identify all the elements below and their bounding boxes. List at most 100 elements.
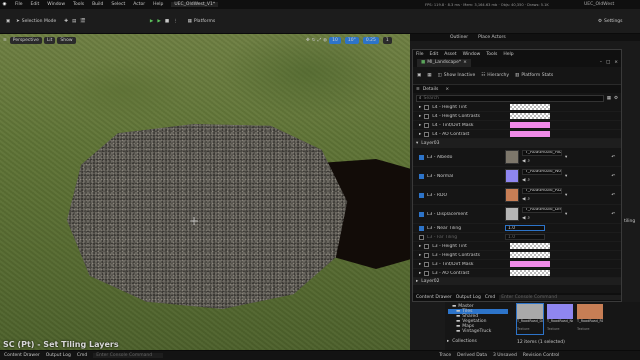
override-checkbox[interactable] bbox=[424, 104, 430, 110]
asset-tile[interactable]: T_RoadRoad_Normal Texture bbox=[547, 304, 573, 334]
browse-asset-icon[interactable]: ⌕ bbox=[527, 215, 530, 222]
color-swatch[interactable] bbox=[510, 113, 551, 119]
unreal-logo-icon[interactable]: ◉ bbox=[0, 1, 9, 8]
reset-icon[interactable]: ↶ bbox=[611, 154, 615, 161]
editor-cmd[interactable]: Cmd bbox=[485, 295, 495, 300]
texture-thumbnail[interactable] bbox=[505, 169, 519, 183]
rotation-snap-button[interactable]: 10° bbox=[344, 36, 359, 44]
chevron-right-icon[interactable]: ▸ bbox=[419, 270, 421, 277]
close-details-icon[interactable]: × bbox=[445, 86, 449, 93]
browse-asset-icon[interactable]: ⌕ bbox=[527, 177, 530, 184]
editor-menu-item[interactable]: Window bbox=[463, 52, 481, 57]
color-swatch[interactable] bbox=[510, 252, 551, 258]
close-tab-icon[interactable]: × bbox=[463, 59, 467, 66]
texture-dropdown[interactable]: T_RoadRoad_Normal bbox=[522, 168, 562, 175]
scale-snap-button[interactable]: 0.25 bbox=[362, 36, 379, 44]
override-checkbox[interactable] bbox=[419, 234, 424, 240]
place-actors-tab[interactable]: Place Actors bbox=[478, 35, 506, 40]
override-checkbox[interactable] bbox=[424, 131, 430, 137]
rotate-icon[interactable]: ↻ bbox=[312, 37, 316, 44]
chevron-right-icon[interactable]: ▸ bbox=[419, 243, 421, 250]
cmd-button[interactable]: Cmd bbox=[77, 353, 87, 358]
override-checkbox[interactable] bbox=[424, 261, 430, 267]
show-button[interactable]: Show bbox=[57, 36, 76, 44]
level-viewport[interactable]: ≡ Perspective Lit Show ✥ ↻ ⤢ ◍ 10 10° 0.… bbox=[0, 34, 410, 350]
cinematics-icon[interactable]: 🎬 bbox=[80, 18, 86, 25]
menu-item[interactable]: Actor bbox=[133, 2, 145, 7]
app-tab[interactable]: UEC_OldWest_V1* bbox=[171, 2, 219, 7]
override-checkbox[interactable] bbox=[424, 270, 430, 276]
hierarchy-button[interactable]: ☷ Hierarchy bbox=[481, 72, 509, 79]
use-selected-icon[interactable]: ◀ bbox=[522, 196, 525, 203]
texture-dropdown[interactable]: T_RoadRoad_RDO bbox=[522, 187, 562, 194]
step-icon[interactable]: ▶ bbox=[157, 18, 160, 25]
layer02-group[interactable]: ▸ Layer02 bbox=[413, 278, 621, 285]
close-window-icon[interactable]: × bbox=[614, 59, 618, 66]
reset-icon[interactable]: ↶ bbox=[611, 173, 615, 180]
editor-output-log[interactable]: Output Log bbox=[456, 295, 481, 300]
move-icon[interactable]: ✥ bbox=[306, 37, 310, 44]
layer03-group[interactable]: ▾ Layer03 bbox=[413, 139, 621, 148]
texture-thumbnail[interactable] bbox=[505, 207, 519, 221]
texture-thumbnail[interactable] bbox=[505, 188, 519, 202]
chevron-right-icon[interactable]: ▸ bbox=[419, 104, 421, 111]
chevron-right-icon[interactable]: ▸ bbox=[419, 131, 421, 138]
collections-header[interactable]: ▸ Collections bbox=[447, 338, 477, 345]
more-options-icon[interactable]: ⋮ bbox=[173, 18, 178, 25]
platform-stats-button[interactable]: ▥ Platform Stats bbox=[515, 72, 553, 79]
lit-button[interactable]: Lit bbox=[43, 36, 56, 44]
revision-control-button[interactable]: Revision Control bbox=[523, 353, 560, 358]
scalar-input[interactable]: 1.0 bbox=[505, 225, 545, 231]
color-swatch[interactable] bbox=[510, 104, 551, 110]
grid-view-icon[interactable]: ▦ bbox=[607, 95, 611, 102]
maximize-icon[interactable]: □ bbox=[606, 59, 610, 66]
details-search[interactable]: ⌕ Search bbox=[416, 94, 604, 102]
editor-menu-item[interactable]: Edit bbox=[430, 52, 439, 57]
override-checkbox[interactable] bbox=[419, 173, 424, 179]
editor-menu-item[interactable]: File bbox=[416, 52, 424, 57]
color-swatch[interactable] bbox=[510, 243, 551, 249]
outliner-tab[interactable]: Outliner bbox=[450, 35, 468, 40]
menu-item[interactable]: Tools bbox=[73, 2, 84, 7]
chevron-right-icon[interactable]: ▸ bbox=[419, 113, 421, 120]
selection-mode-button[interactable]: ➤ Selection Mode bbox=[16, 18, 56, 25]
platforms-button[interactable]: ▦ Platforms bbox=[188, 18, 216, 25]
show-inactive-button[interactable]: ◫ Show Inactive bbox=[438, 72, 476, 79]
world-icon[interactable]: ◍ bbox=[323, 37, 327, 44]
texture-dropdown[interactable]: T_RoadRoad_Displacement bbox=[522, 206, 562, 213]
menu-item[interactable]: File bbox=[15, 2, 23, 7]
override-checkbox[interactable] bbox=[419, 154, 424, 160]
settings-icon[interactable]: ⚙ bbox=[614, 95, 618, 102]
scale-icon[interactable]: ⤢ bbox=[318, 37, 322, 44]
chevron-right-icon[interactable]: ▸ bbox=[419, 252, 421, 259]
override-checkbox[interactable] bbox=[419, 211, 424, 217]
doc-tab[interactable]: ■ MI_Landscape* × bbox=[417, 58, 471, 67]
chevron-right-icon[interactable]: ▸ bbox=[419, 261, 421, 268]
play-icon[interactable]: ▶ bbox=[150, 18, 153, 25]
override-checkbox[interactable] bbox=[424, 113, 430, 119]
stop-icon[interactable]: ■ bbox=[165, 18, 169, 25]
browse-asset-icon[interactable]: ⌕ bbox=[527, 196, 530, 203]
menu-item[interactable]: Help bbox=[153, 2, 163, 7]
save-icon[interactable]: ▣ bbox=[4, 18, 12, 25]
editor-content-drawer[interactable]: Content Drawer bbox=[416, 295, 452, 300]
use-selected-icon[interactable]: ◀ bbox=[522, 215, 525, 222]
texture-dropdown[interactable]: T_RoadRoad_Albedo bbox=[522, 149, 562, 156]
viewport-menu-icon[interactable]: ≡ bbox=[3, 37, 7, 44]
camera-speed-button[interactable]: 1 bbox=[382, 36, 392, 44]
folder-item[interactable]: ▬ VintageTruck bbox=[448, 329, 508, 334]
use-selected-icon[interactable]: ◀ bbox=[522, 158, 525, 165]
color-swatch[interactable] bbox=[510, 261, 551, 267]
asset-tile[interactable]: T_RoadRoad_RDO Texture bbox=[577, 304, 603, 334]
menu-item[interactable]: Edit bbox=[31, 2, 40, 7]
override-checkbox[interactable] bbox=[424, 243, 430, 249]
reset-icon[interactable]: ↶ bbox=[611, 192, 615, 199]
menu-item[interactable]: Select bbox=[111, 2, 125, 7]
color-swatch[interactable] bbox=[510, 270, 551, 276]
content-drawer-button[interactable]: Content Drawer bbox=[4, 353, 40, 358]
editor-console[interactable]: Enter Console Command bbox=[499, 294, 621, 300]
minimize-icon[interactable]: – bbox=[600, 59, 602, 66]
grid-snap-button[interactable]: 10 bbox=[329, 36, 341, 44]
reset-icon[interactable]: ↶ bbox=[611, 211, 615, 218]
console-input[interactable]: Enter Console Command bbox=[93, 353, 164, 358]
